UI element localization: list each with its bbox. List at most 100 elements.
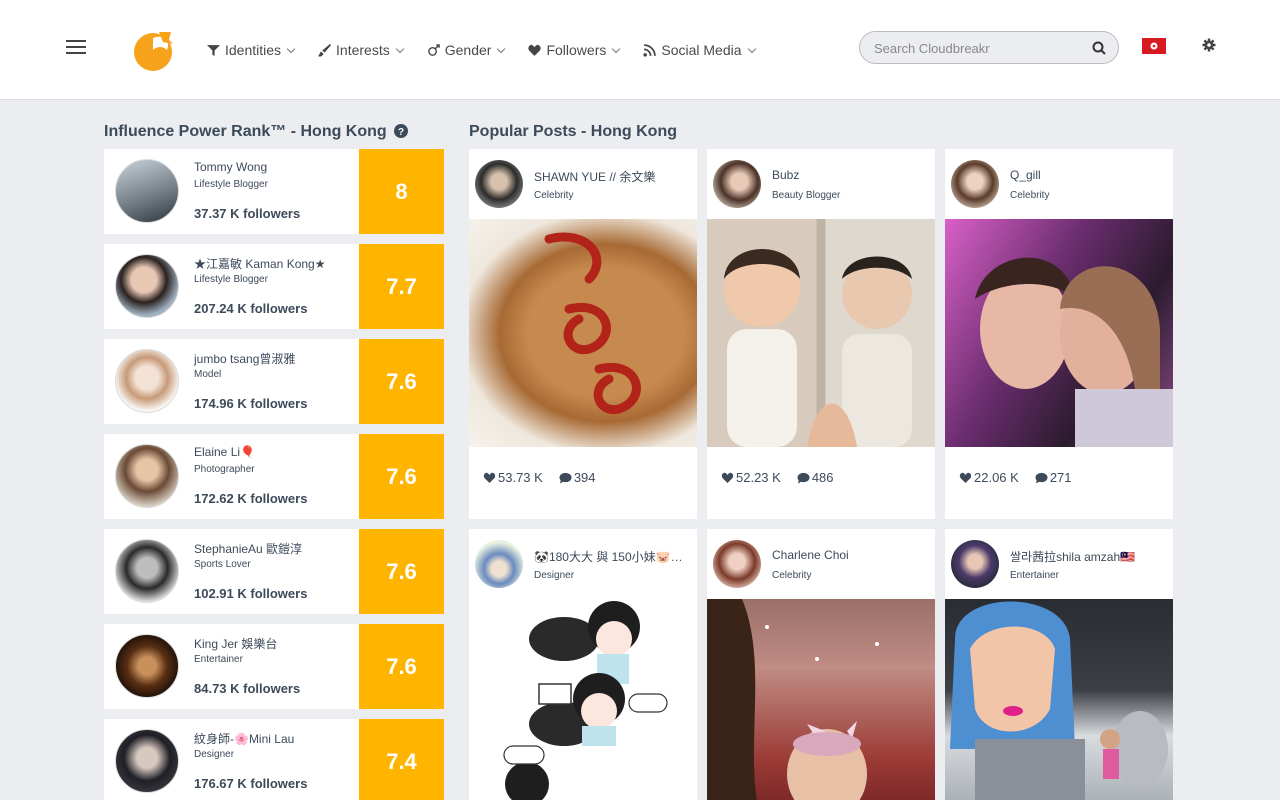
post-author-category: Celebrity — [772, 570, 812, 581]
post-author-category: Entertainer — [1010, 570, 1059, 581]
nav-social-media-label: Social Media — [661, 42, 742, 58]
avatar — [115, 254, 179, 318]
likes-count: 52.23 K — [736, 470, 781, 485]
influencer-name: 紋身師-🌸Mini Lau — [194, 732, 295, 746]
rank-score: 7.6 — [359, 529, 444, 614]
influencer-followers: 207.24 K followers — [194, 301, 308, 316]
heart-icon — [528, 44, 542, 56]
cloudbreakr-logo[interactable] — [133, 28, 175, 72]
rank-card[interactable]: StephanieAu 歐鎧淳 Sports Lover 102.91 K fo… — [104, 529, 444, 614]
post-stats: 53.73 K 394 — [483, 470, 596, 485]
rank-score: 7.6 — [359, 624, 444, 709]
post-author-name: Charlene Choi — [772, 548, 849, 562]
brush-icon — [318, 43, 332, 57]
comment-icon — [797, 472, 810, 484]
post-image — [707, 599, 935, 800]
post-card[interactable]: Bubz Beauty Blogger 52.23 K 486 — [707, 149, 935, 519]
influencer-followers: 84.73 K followers — [194, 681, 301, 696]
hong-kong-flag-icon[interactable] — [1142, 38, 1166, 54]
main-nav: Identities Interests Gender Followers So… — [207, 40, 779, 60]
rank-card[interactable]: King Jer 娛樂台 Entertainer 84.73 K followe… — [104, 624, 444, 709]
post-image — [469, 599, 697, 800]
likes-count: 53.73 K — [498, 470, 543, 485]
post-image — [945, 219, 1173, 447]
heart-icon — [959, 472, 972, 483]
heart-icon — [721, 472, 734, 483]
influencer-name: Tommy Wong — [194, 160, 268, 174]
nav-identities-label: Identities — [225, 42, 282, 58]
avatar — [115, 634, 179, 698]
nav-social-media[interactable]: Social Media — [643, 40, 756, 60]
post-card[interactable]: SHAWN YUE // 余文樂 Celebrity 53.73 K 394 — [469, 149, 697, 519]
post-card[interactable]: 🐼180大大 與 150小妹🐷香... Designer — [469, 529, 697, 800]
influencer-followers: 102.91 K followers — [194, 586, 308, 601]
avatar — [713, 540, 761, 588]
filter-icon — [207, 44, 220, 56]
post-image — [707, 219, 935, 447]
comments-stat: 394 — [559, 470, 596, 485]
nav-gender[interactable]: Gender — [427, 40, 506, 60]
influencer-name: ★江嘉敏 Kaman Kong★ — [194, 257, 326, 271]
influencer-category: Lifestyle Blogger — [194, 274, 268, 285]
rank-card[interactable]: ★江嘉敏 Kaman Kong★ Lifestyle Blogger 207.2… — [104, 244, 444, 329]
top-header: Identities Interests Gender Followers So… — [0, 0, 1280, 100]
rank-score: 7.7 — [359, 244, 444, 329]
chevron-down-icon — [612, 44, 621, 53]
post-card[interactable]: 쌀라茜拉shila amzah🇲🇾 Entertainer — [945, 529, 1173, 800]
rank-section-title: Influence Power Rank™ - Hong Kong ? — [104, 123, 409, 141]
avatar — [475, 540, 523, 588]
chevron-down-icon — [395, 44, 404, 53]
avatar — [951, 160, 999, 208]
rank-score: 7.6 — [359, 434, 444, 519]
gender-icon — [427, 43, 440, 56]
chevron-down-icon — [747, 44, 756, 53]
nav-gender-label: Gender — [444, 42, 492, 58]
comments-count: 271 — [1049, 470, 1072, 485]
post-author-name: 🐼180大大 與 150小妹🐷香... — [534, 550, 689, 564]
influencer-followers: 176.67 K followers — [194, 776, 308, 791]
avatar — [115, 349, 179, 413]
nav-identities[interactable]: Identities — [207, 40, 296, 60]
help-icon[interactable]: ? — [394, 124, 409, 138]
nav-followers[interactable]: Followers — [528, 40, 621, 60]
chevron-down-icon — [286, 44, 296, 53]
rank-card[interactable]: jumbo tsang曾淑雅 Model 174.96 K followers … — [104, 339, 444, 424]
rank-card[interactable]: 紋身師-🌸Mini Lau Designer 176.67 K follower… — [104, 719, 444, 800]
post-author-category: Celebrity — [1010, 190, 1050, 201]
rank-card[interactable]: Tommy Wong Lifestyle Blogger 37.37 K fol… — [104, 149, 444, 234]
post-card[interactable]: Q_gill Celebrity 22.06 K 271 — [945, 149, 1173, 519]
gear-icon[interactable] — [1202, 38, 1216, 52]
post-image — [469, 219, 697, 447]
rank-score: 8 — [359, 149, 444, 234]
influencer-followers: 174.96 K followers — [194, 396, 308, 411]
avatar — [115, 444, 179, 508]
influencer-category: Photographer — [194, 464, 255, 475]
post-author-name: Bubz — [772, 168, 800, 182]
post-author-category: Beauty Blogger — [772, 190, 841, 201]
post-card[interactable]: Charlene Choi Celebrity — [707, 529, 935, 800]
search-icon[interactable] — [1092, 41, 1106, 55]
rank-card[interactable]: Elaine Li🎈 Photographer 172.62 K followe… — [104, 434, 444, 519]
likes-stat: 52.23 K — [721, 470, 781, 485]
rss-icon — [643, 43, 657, 57]
influencer-category: Lifestyle Blogger — [194, 179, 268, 190]
nav-interests[interactable]: Interests — [318, 40, 404, 60]
nav-followers-label: Followers — [546, 42, 607, 58]
comments-count: 394 — [573, 470, 596, 485]
avatar — [115, 159, 179, 223]
post-stats: 52.23 K 486 — [721, 470, 834, 485]
rank-score: 7.4 — [359, 719, 444, 800]
avatar — [713, 160, 761, 208]
search-input[interactable] — [874, 39, 1084, 57]
influencer-category: Model — [194, 369, 222, 380]
nav-interests-label: Interests — [336, 42, 390, 58]
influencer-name: Elaine Li🎈 — [194, 445, 255, 459]
comment-icon — [1035, 472, 1048, 484]
hamburger-menu-icon[interactable] — [66, 40, 86, 54]
svg-text:?: ? — [398, 127, 404, 138]
influencer-category: Designer — [194, 749, 235, 760]
comments-stat: 271 — [1035, 470, 1072, 485]
avatar — [951, 540, 999, 588]
influencer-category: Sports Lover — [194, 559, 251, 570]
post-stats: 22.06 K 271 — [959, 470, 1072, 485]
